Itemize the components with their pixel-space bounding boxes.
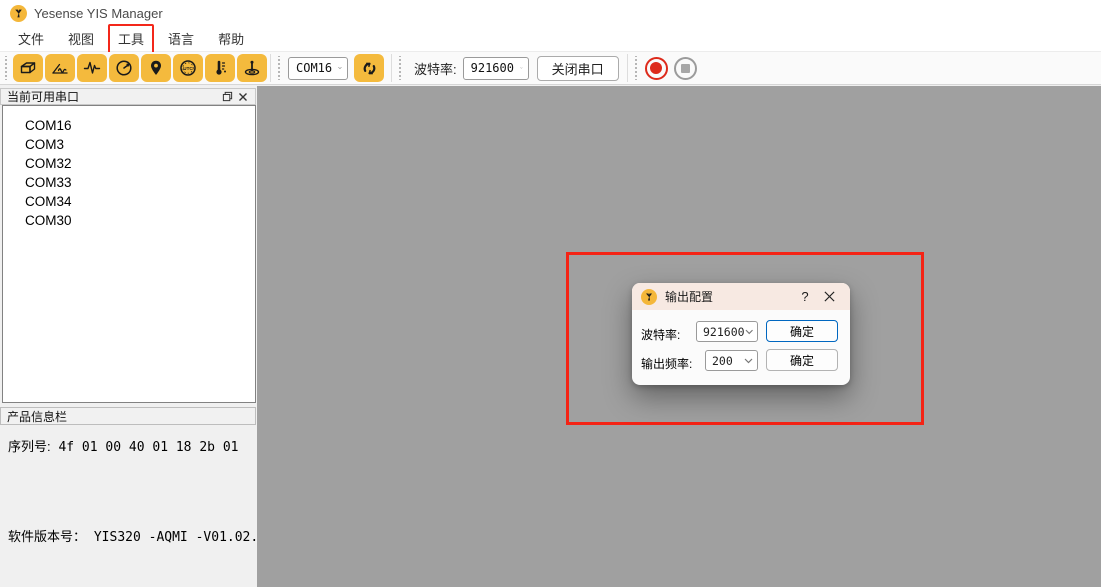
toolbar-grip[interactable] — [634, 56, 638, 80]
dialog-title: 输出配置 — [665, 288, 794, 305]
toolbar-separator — [270, 54, 271, 82]
toolbar-grip[interactable] — [277, 56, 281, 80]
location-pin-icon[interactable] — [141, 54, 171, 82]
chevron-down-icon — [745, 329, 753, 335]
chevron-down-icon — [744, 358, 753, 364]
dialog-freq-label: 输出频率: — [641, 355, 692, 372]
dialog-baud-value: 921600 — [703, 325, 745, 339]
menu-file[interactable]: 文件 — [6, 25, 56, 52]
port-list-item[interactable]: COM32 — [3, 154, 255, 173]
dialog-freq-value: 200 — [712, 354, 733, 368]
serial-number-line: 序列号: 4f 01 00 40 01 18 2b 01 — [8, 436, 238, 455]
stop-icon[interactable] — [674, 57, 697, 80]
menu-view[interactable]: 视图 — [56, 25, 106, 52]
toolbar-separator — [627, 54, 628, 82]
dialog-close-icon[interactable] — [816, 287, 842, 307]
dialog-title-bar: 输出配置 ? — [632, 283, 850, 310]
record-icon[interactable] — [645, 57, 668, 80]
chevron-down-icon — [520, 65, 523, 71]
serial-number-value: 4f 01 00 40 01 18 2b 01 — [58, 440, 238, 455]
gauge-icon[interactable] — [109, 54, 139, 82]
port-list-item[interactable]: COM33 — [3, 173, 255, 192]
firmware-version-value: YIS320 -AQMI -V01.02.03; — [94, 530, 282, 545]
dialog-baud-ok-button[interactable]: 确定 — [766, 320, 838, 342]
baud-rate-select[interactable]: 921600 — [463, 57, 529, 80]
window-title: Yesense YIS Manager — [34, 6, 163, 21]
chevron-down-icon — [338, 65, 342, 71]
com-port-select[interactable]: COM16 — [288, 57, 348, 80]
baud-rate-label: 波特率: — [414, 59, 457, 78]
record-dot — [650, 62, 662, 74]
thermometer-icon[interactable] — [205, 54, 235, 82]
dialog-logo-icon — [641, 289, 657, 305]
refresh-ports-icon[interactable] — [354, 54, 384, 82]
dock-title: 当前可用串口 — [7, 88, 79, 105]
dialog-freq-ok-button[interactable]: 确定 — [766, 349, 838, 371]
title-bar: Yesense YIS Manager — [0, 0, 1101, 26]
cube-3d-icon[interactable] — [13, 54, 43, 82]
product-info-header: 产品信息栏 — [0, 407, 256, 425]
toolbar-grip[interactable] — [398, 56, 402, 80]
toolbar-grip[interactable] — [4, 56, 8, 80]
product-info-title: 产品信息栏 — [7, 408, 67, 425]
firmware-version-line: 软件版本号： YIS320 -AQMI -V01.02.03; — [8, 526, 282, 545]
dock-float-icon[interactable] — [219, 90, 235, 104]
dialog-baud-label: 波特率: — [641, 326, 680, 343]
dialog-help-button[interactable]: ? — [794, 289, 816, 304]
menu-tools[interactable]: 工具 — [106, 25, 156, 52]
app-logo-icon — [10, 5, 27, 22]
serial-port-list: COM16 COM3 COM32 COM33 COM34 COM30 — [2, 105, 256, 403]
dialog-body: 波特率: 921600 确定 输出频率: 200 确定 — [632, 310, 850, 385]
menu-bar: 文件 视图 工具 语言 帮助 — [0, 26, 1101, 52]
dialog-freq-select[interactable]: 200 — [705, 350, 758, 371]
port-list-item[interactable]: COM34 — [3, 192, 255, 211]
left-dock: 当前可用串口 COM16 COM3 COM32 COM33 COM34 COM3… — [0, 86, 257, 587]
firmware-version-label: 软件版本号： — [8, 529, 86, 544]
baud-rate-value: 921600 — [471, 61, 514, 75]
dock-close-icon[interactable] — [235, 90, 251, 104]
utc-clock-icon[interactable]: UTC — [173, 54, 203, 82]
level-plumb-icon[interactable] — [237, 54, 267, 82]
serial-number-label: 序列号: — [8, 439, 51, 454]
port-list-item[interactable]: COM16 — [3, 116, 255, 135]
stop-square — [681, 64, 690, 73]
menu-tools-label: 工具 — [118, 32, 144, 47]
dialog-baud-select[interactable]: 921600 — [696, 321, 758, 342]
com-port-value: COM16 — [296, 61, 332, 75]
angle-wave-icon[interactable] — [45, 54, 75, 82]
output-config-dialog: 输出配置 ? 波特率: 921600 确定 输出频率: 200 确定 — [632, 283, 850, 385]
toolbar: UTC COM16 波特率: 921600 关闭串口 — [0, 52, 1101, 85]
waveform-icon[interactable] — [77, 54, 107, 82]
toolbar-separator — [391, 54, 392, 82]
port-list-item[interactable]: COM30 — [3, 211, 255, 230]
port-list-item[interactable]: COM3 — [3, 135, 255, 154]
close-port-button[interactable]: 关闭串口 — [537, 56, 619, 81]
menu-help[interactable]: 帮助 — [206, 25, 256, 52]
menu-language[interactable]: 语言 — [156, 25, 206, 52]
dock-header: 当前可用串口 — [0, 88, 256, 105]
svg-text:UTC: UTC — [183, 66, 193, 71]
